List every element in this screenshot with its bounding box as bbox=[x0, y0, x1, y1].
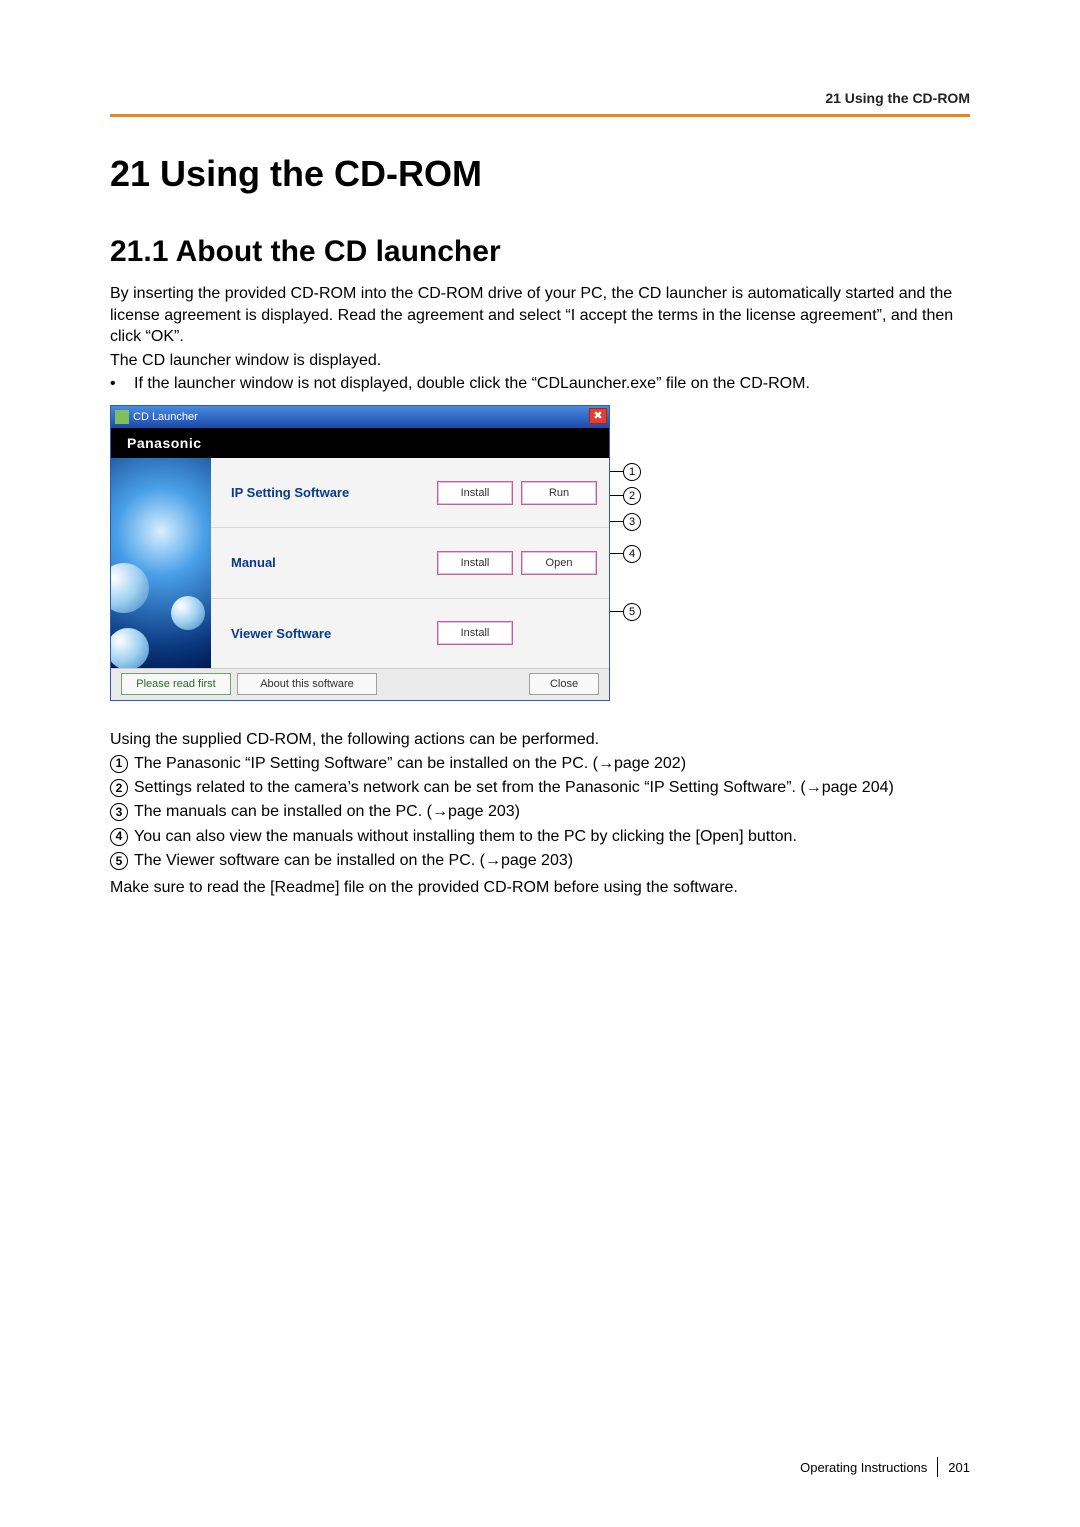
callout-5: 5 bbox=[610, 603, 641, 621]
brand-bar: Panasonic bbox=[111, 428, 609, 458]
intro-paragraph-1: By inserting the provided CD-ROM into th… bbox=[110, 283, 970, 348]
cd-launcher-window: CD Launcher ✖ Panasonic IP Setting Softw… bbox=[110, 405, 610, 701]
callout-3: 3 bbox=[610, 513, 641, 531]
row-manual: Manual Install Open bbox=[211, 527, 609, 597]
page-number: 201 bbox=[948, 1460, 970, 1475]
intro-bullet-text: If the launcher window is not displayed,… bbox=[134, 373, 970, 395]
chapter-title: 21 Using the CD-ROM bbox=[110, 153, 970, 195]
callout-num: 5 bbox=[623, 603, 641, 621]
install-button[interactable]: Install bbox=[437, 481, 513, 505]
row-label: IP Setting Software bbox=[231, 485, 429, 500]
enum-marker: 2 bbox=[110, 779, 128, 797]
page-footer: Operating Instructions 201 bbox=[800, 1457, 970, 1477]
row-ip-setting: IP Setting Software Install Run bbox=[211, 458, 609, 527]
window-title: CD Launcher bbox=[133, 411, 198, 423]
enum-text: The Viewer software can be installed on … bbox=[134, 850, 970, 872]
usage-note: Make sure to read the [Readme] file on t… bbox=[110, 877, 970, 899]
enum-text: Settings related to the camera’s network… bbox=[134, 777, 970, 799]
header-rule bbox=[110, 114, 970, 117]
usage-lead: Using the supplied CD-ROM, the following… bbox=[110, 729, 970, 751]
callout-4: 4 bbox=[610, 545, 641, 563]
callout-num: 3 bbox=[623, 513, 641, 531]
titlebar: CD Launcher ✖ bbox=[111, 406, 609, 428]
about-button[interactable]: About this software bbox=[237, 673, 377, 695]
bullet-marker: • bbox=[110, 373, 134, 395]
decorative-orb bbox=[111, 628, 149, 668]
enum-marker: 1 bbox=[110, 755, 128, 773]
callout-num: 4 bbox=[623, 545, 641, 563]
launcher-rows: IP Setting Software Install Run Manual I… bbox=[211, 458, 609, 668]
readme-button[interactable]: Please read first bbox=[121, 673, 231, 695]
enum-item-1: 1 The Panasonic “IP Setting Software” ca… bbox=[110, 753, 970, 775]
footer-separator bbox=[937, 1457, 938, 1477]
callout-num: 1 bbox=[623, 463, 641, 481]
launcher-footer: Please read first About this software Cl… bbox=[111, 668, 609, 700]
sidebar-art bbox=[111, 458, 211, 668]
enum-text: The Panasonic “IP Setting Software” can … bbox=[134, 753, 970, 775]
callout-num: 2 bbox=[623, 487, 641, 505]
decorative-orb bbox=[171, 596, 205, 630]
app-icon bbox=[115, 410, 129, 424]
launcher-body: IP Setting Software Install Run Manual I… bbox=[111, 458, 609, 668]
close-icon[interactable]: ✖ bbox=[589, 408, 607, 424]
cd-launcher-figure: CD Launcher ✖ Panasonic IP Setting Softw… bbox=[110, 405, 650, 701]
install-button[interactable]: Install bbox=[437, 551, 513, 575]
enum-marker: 4 bbox=[110, 828, 128, 846]
row-label: Manual bbox=[231, 555, 429, 570]
intro-bullet: • If the launcher window is not displaye… bbox=[110, 373, 970, 395]
callout-1: 1 bbox=[610, 463, 641, 481]
row-label: Viewer Software bbox=[231, 626, 429, 641]
install-button[interactable]: Install bbox=[437, 621, 513, 645]
row-viewer: Viewer Software Install bbox=[211, 598, 609, 668]
enum-text: You can also view the manuals without in… bbox=[134, 826, 970, 848]
open-button[interactable]: Open bbox=[521, 551, 597, 575]
enum-item-2: 2 Settings related to the camera’s netwo… bbox=[110, 777, 970, 799]
callout-2: 2 bbox=[610, 487, 641, 505]
enum-text: The manuals can be installed on the PC. … bbox=[134, 801, 970, 823]
enum-item-4: 4 You can also view the manuals without … bbox=[110, 826, 970, 848]
enum-marker: 3 bbox=[110, 803, 128, 821]
run-button[interactable]: Run bbox=[521, 481, 597, 505]
page-header-label: 21 Using the CD-ROM bbox=[110, 90, 970, 106]
footer-spacer bbox=[383, 673, 523, 695]
intro-paragraph-2: The CD launcher window is displayed. bbox=[110, 350, 970, 372]
footer-label: Operating Instructions bbox=[800, 1460, 927, 1475]
enum-item-3: 3 The manuals can be installed on the PC… bbox=[110, 801, 970, 823]
enum-marker: 5 bbox=[110, 852, 128, 870]
decorative-orb bbox=[111, 563, 149, 613]
enum-item-5: 5 The Viewer software can be installed o… bbox=[110, 850, 970, 872]
section-title: 21.1 About the CD launcher bbox=[110, 235, 970, 269]
close-button[interactable]: Close bbox=[529, 673, 599, 695]
